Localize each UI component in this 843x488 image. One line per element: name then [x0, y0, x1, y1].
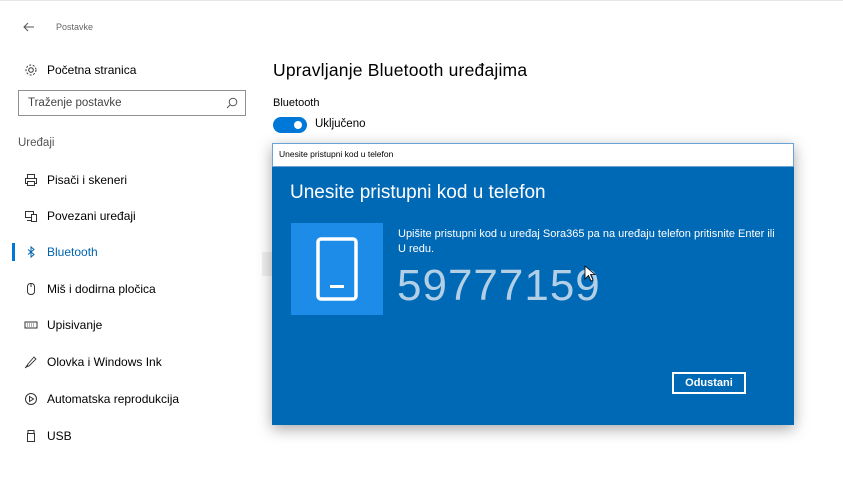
pen-icon: [23, 354, 39, 370]
sidebar-item-printers[interactable]: Pisači i skeneri: [0, 162, 262, 198]
bluetooth-setting-label: Bluetooth: [273, 97, 320, 109]
dialog-message: Upišite pristupni kod u uređaj Sora365 p…: [398, 228, 775, 255]
section-heading-devices: Uređaji: [18, 137, 55, 149]
sidebar-item-pen[interactable]: Olovka i Windows Ink: [0, 344, 262, 380]
dialog-body: Unesite pristupni kod u telefon Upišite …: [272, 167, 794, 425]
background-panel-edge: [262, 252, 272, 276]
keyboard-icon: [23, 317, 39, 333]
page-title: Upravljanje Bluetooth uređajima: [273, 60, 528, 80]
sidebar-item-label: USB: [47, 429, 72, 443]
phone-icon: [316, 237, 358, 301]
phone-tile: [291, 223, 383, 315]
app-title: Postavke: [56, 22, 94, 32]
search-placeholder: Traženje postavke: [28, 97, 122, 109]
sidebar-item-label: Pisači i skeneri: [47, 173, 128, 187]
sidebar-item-label: Upisivanje: [47, 318, 103, 332]
title-bar: Postavke: [0, 14, 843, 42]
sidebar-item-label: Olovka i Windows Ink: [47, 355, 162, 369]
bluetooth-toggle[interactable]: [273, 117, 307, 133]
autoplay-icon: [23, 391, 39, 407]
sidebar-home[interactable]: Početna stranica: [0, 52, 262, 88]
mouse-icon: [23, 281, 39, 297]
sidebar-item-label: Automatska reprodukcija: [47, 392, 180, 406]
pairing-dialog: Unesite pristupni kod u telefon Unesite …: [272, 143, 794, 425]
search-input[interactable]: Traženje postavke: [18, 90, 246, 116]
sidebar-item-bluetooth[interactable]: Bluetooth: [0, 234, 262, 270]
bluetooth-icon: [23, 244, 39, 260]
gear-icon: [23, 62, 39, 78]
sidebar-item-mouse[interactable]: Miš i dodirna pločica: [0, 271, 262, 307]
sidebar-item-usb[interactable]: USB: [0, 418, 262, 454]
dialog-heading: Unesite pristupni kod u telefon: [290, 182, 546, 203]
active-indicator: [12, 243, 15, 261]
connected-devices-icon: [23, 208, 39, 224]
back-arrow-icon[interactable]: [22, 20, 36, 34]
printer-icon: [23, 172, 39, 188]
sidebar-home-label: Početna stranica: [47, 63, 137, 77]
sidebar-item-autoplay[interactable]: Automatska reprodukcija: [0, 381, 262, 417]
sidebar-item-label: Povezani uređaji: [47, 209, 136, 223]
window-top-border: [0, 0, 843, 1]
sidebar: Početna stranica Traženje postavke Uređa…: [0, 44, 262, 488]
toggle-knob: [294, 121, 302, 129]
search-icon: [226, 97, 238, 109]
cancel-button[interactable]: Odustani: [672, 372, 746, 394]
sidebar-item-typing[interactable]: Upisivanje: [0, 307, 262, 343]
dialog-window-title: Unesite pristupni kod u telefon: [279, 149, 394, 159]
pairing-code: 59777159: [397, 261, 601, 310]
usb-icon: [23, 428, 39, 444]
dialog-title-bar[interactable]: Unesite pristupni kod u telefon: [272, 143, 794, 167]
sidebar-item-label: Miš i dodirna pločica: [47, 282, 156, 296]
sidebar-item-label: Bluetooth: [47, 245, 98, 259]
mouse-cursor-icon: [584, 265, 597, 282]
toggle-state-label: Uključeno: [315, 118, 366, 130]
sidebar-item-connected-devices[interactable]: Povezani uređaji: [0, 198, 262, 234]
